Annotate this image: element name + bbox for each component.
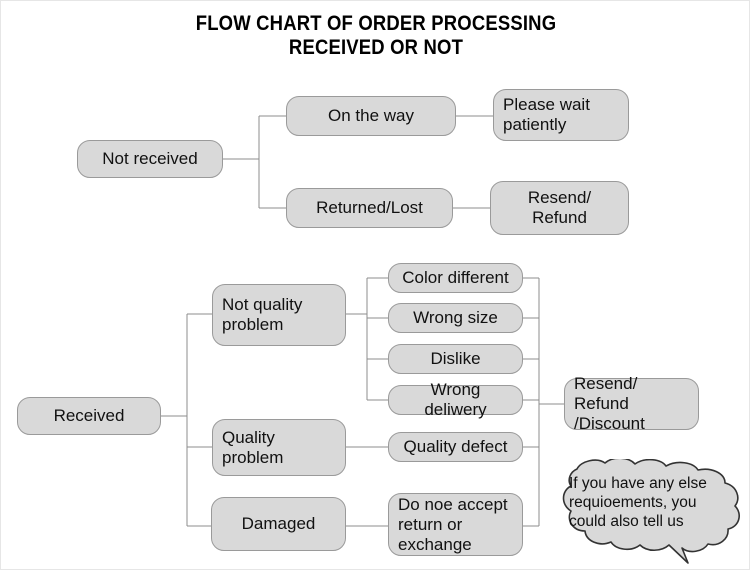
node-label: Dislike [430, 349, 481, 368]
flowchart-canvas: FLOW CHART OF ORDER PROCESSING RECEIVED … [0, 0, 750, 570]
node-label: Not quality problem [222, 295, 303, 334]
node-received[interactable]: Received [17, 397, 161, 435]
node-label: Returned/Lost [316, 198, 423, 217]
node-not-received[interactable]: Not received [77, 140, 223, 178]
node-quality-defect[interactable]: Quality defect [388, 432, 523, 462]
page-title: FLOW CHART OF ORDER PROCESSING RECEIVED … [195, 12, 557, 59]
node-quality-problem[interactable]: Quality problem [212, 419, 346, 476]
node-dislike[interactable]: Dislike [388, 344, 523, 374]
node-label: Wrong size [413, 308, 498, 327]
node-damaged[interactable]: Damaged [211, 497, 346, 551]
node-label: Damaged [241, 514, 316, 533]
node-label: Received [53, 406, 125, 425]
node-on-the-way[interactable]: On the way [286, 96, 456, 136]
node-resend-refund-discount[interactable]: Resend/ Refund /Discount [564, 374, 699, 433]
node-not-quality-problem[interactable]: Not quality problem [212, 284, 346, 346]
node-returned-lost[interactable]: Returned/Lost [286, 188, 453, 228]
node-resend-refund[interactable]: Resend/ Refund [490, 181, 629, 235]
node-please-wait-patiently[interactable]: Please wait patiently [493, 89, 629, 141]
node-do-noe-accept-return-or-exchange[interactable]: Do noe accept return or exchange [388, 493, 523, 556]
node-label: On the way [328, 106, 414, 125]
node-label: Not received [102, 149, 198, 168]
node-label: Please wait patiently [503, 95, 590, 134]
node-label: Do noe accept return or exchange [398, 494, 508, 554]
callout-bubble[interactable]: If you have any else requioements, you c… [553, 459, 749, 569]
node-label: Resend/ Refund /Discount [574, 374, 645, 433]
node-label: Color different [402, 268, 509, 287]
callout-text: If you have any else requioements, you c… [569, 475, 707, 530]
node-label: Wrong deliwery [424, 380, 487, 419]
node-label: Resend/ Refund [527, 188, 592, 227]
node-wrong-deliwery[interactable]: Wrong deliwery [388, 380, 523, 419]
node-color-different[interactable]: Color different [388, 263, 523, 293]
node-label: Quality defect [403, 437, 508, 456]
node-wrong-size[interactable]: Wrong size [388, 303, 523, 333]
node-label: Quality problem [222, 427, 284, 467]
